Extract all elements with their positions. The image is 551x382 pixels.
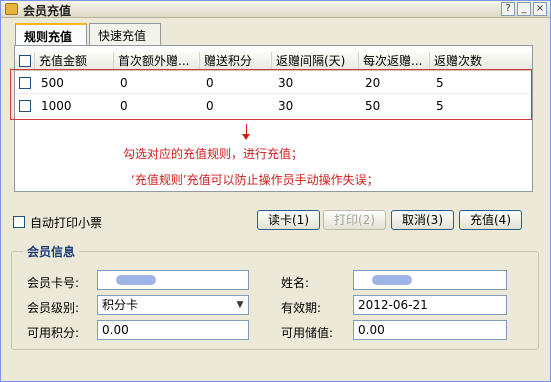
auto-print-checkbox[interactable] xyxy=(13,216,25,228)
recharge-button[interactable]: 充值(4) xyxy=(459,210,522,230)
tab-rule-recharge[interactable]: 规则充值 xyxy=(15,23,87,46)
member-info-title: 会员信息 xyxy=(23,243,80,260)
cancel-button[interactable]: 取消(3) xyxy=(391,210,454,230)
card-no-label: 会员卡号: xyxy=(27,276,80,290)
points-label: 可用积分: xyxy=(27,326,80,340)
points-field[interactable]: 0.00 xyxy=(97,320,249,340)
help-button[interactable]: ? xyxy=(501,2,515,16)
level-label: 会员级别: xyxy=(27,301,80,315)
balance-field[interactable]: 0.00 xyxy=(353,320,507,340)
tab-quick-recharge[interactable]: 快速充值 xyxy=(89,23,161,45)
name-field[interactable] xyxy=(353,270,507,290)
expiry-label: 有效期: xyxy=(281,301,322,315)
window-app-icon xyxy=(5,3,18,15)
level-value: 积分卡 xyxy=(102,298,139,312)
card-no-field[interactable] xyxy=(97,270,249,290)
highlight-box xyxy=(10,69,532,120)
select-all-checkbox[interactable] xyxy=(19,55,31,67)
redacted-mark xyxy=(116,275,156,285)
window-title: 会员充值 xyxy=(23,4,72,18)
level-select[interactable]: 积分卡 ▼ xyxy=(97,295,249,315)
annotation-line-1: 勾选对应的充值规则，进行充值； xyxy=(123,147,304,161)
balance-label: 可用储值: xyxy=(281,326,334,340)
annotation-arrow-head xyxy=(242,134,250,140)
print-button[interactable]: 打印(2) xyxy=(323,210,386,230)
title-bar: 会员充值 ? _ × xyxy=(1,1,550,18)
read-card-button[interactable]: 读卡(1) xyxy=(257,210,320,230)
recharge-window: 会员充值 ? _ × 规则充值 快速充值 充值金额 首次额外赠... 赠送积分 … xyxy=(0,0,551,382)
minimize-button[interactable]: _ xyxy=(517,2,531,16)
close-button[interactable]: × xyxy=(533,2,547,16)
expiry-field[interactable]: 2012-06-21 xyxy=(353,295,507,315)
annotation-line-2: ‘充值规则’充值可以防止操作员手动操作失误； xyxy=(131,173,379,187)
name-label: 姓名: xyxy=(281,276,310,290)
auto-print-label: 自动打印小票 xyxy=(30,216,103,230)
redacted-mark xyxy=(372,275,412,285)
chevron-down-icon[interactable]: ▼ xyxy=(232,296,248,314)
